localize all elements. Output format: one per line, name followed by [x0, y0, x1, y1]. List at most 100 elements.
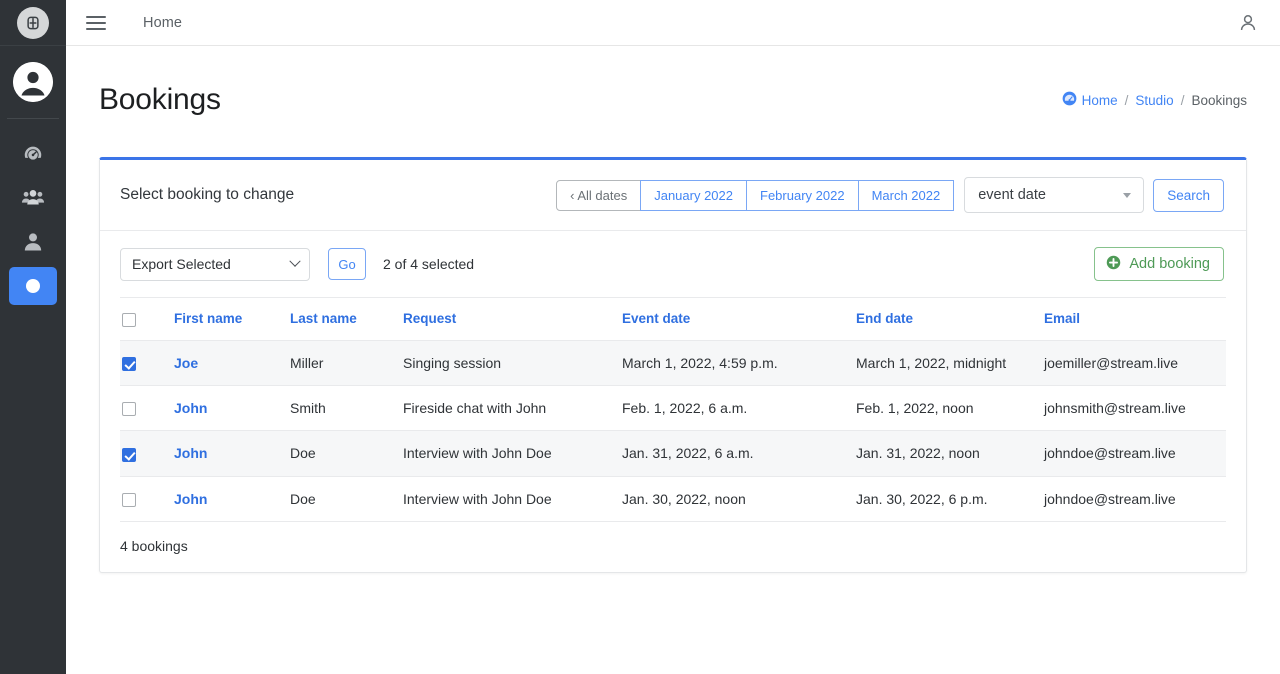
bookings-table-wrapper: First name Last name Request Event date … — [100, 297, 1246, 522]
cell-event-date: Jan. 30, 2022, noon — [622, 476, 856, 521]
column-first-name[interactable]: First name — [174, 298, 290, 340]
cell-end-date: Jan. 31, 2022, noon — [856, 431, 1044, 476]
filter-all-dates[interactable]: ‹ All dates — [556, 180, 641, 211]
avatar — [13, 62, 53, 102]
cell-email: johndoe@stream.live — [1044, 476, 1226, 521]
sidebar-item-profile[interactable] — [9, 223, 57, 261]
sidebar-logo[interactable] — [0, 0, 66, 46]
column-last-name[interactable]: Last name — [290, 298, 403, 340]
cell-first-name: Joe — [174, 340, 290, 385]
add-booking-button[interactable]: Add booking — [1094, 247, 1224, 281]
cell-last-name: Miller — [290, 340, 403, 385]
select-all-checkbox[interactable] — [122, 313, 136, 327]
circle-dot-icon — [24, 277, 42, 295]
cell-end-date: Feb. 1, 2022, noon — [856, 385, 1044, 430]
cell-end-date: March 1, 2022, midnight — [856, 340, 1044, 385]
app-logo-a-icon — [17, 7, 49, 39]
export-action-select[interactable]: Export Selected — [120, 248, 310, 281]
cell-event-date: Feb. 1, 2022, 6 a.m. — [622, 385, 856, 430]
cell-email: joemiller@stream.live — [1044, 340, 1226, 385]
cell-request: Fireside chat with John — [403, 385, 622, 430]
breadcrumb: Home / Studio / Bookings — [1062, 91, 1247, 109]
add-booking-label: Add booking — [1129, 256, 1210, 272]
booking-link[interactable]: John — [174, 400, 207, 416]
filter-march-2022[interactable]: March 2022 — [858, 180, 955, 211]
row-checkbox[interactable] — [122, 357, 136, 371]
breadcrumb-home-label: Home — [1082, 93, 1118, 108]
table-body: Joe Miller Singing session March 1, 2022… — [120, 340, 1226, 521]
action-bar-left: Export Selected Go 2 of 4 selected — [120, 248, 474, 281]
app-root: Home Bookings — [0, 0, 1280, 674]
cell-last-name: Doe — [290, 476, 403, 521]
top-bar: Home — [66, 0, 1280, 46]
user-outline-icon[interactable] — [1238, 13, 1258, 33]
person-icon — [23, 231, 43, 253]
caret-down-icon — [1123, 193, 1131, 198]
event-date-select[interactable]: event date — [964, 177, 1144, 213]
hamburger-menu-icon[interactable] — [86, 12, 106, 34]
booking-link[interactable]: Joe — [174, 355, 198, 371]
cell-event-date: Jan. 31, 2022, 6 a.m. — [622, 431, 856, 476]
page-title: Bookings — [99, 83, 221, 117]
sidebar-divider — [7, 118, 59, 119]
sidebar-avatar[interactable] — [0, 46, 66, 118]
table-row: Joe Miller Singing session March 1, 2022… — [120, 340, 1226, 385]
row-checkbox[interactable] — [122, 493, 136, 507]
topbar-home-label[interactable]: Home — [143, 15, 182, 31]
cell-email: johndoe@stream.live — [1044, 431, 1226, 476]
cell-request: Interview with John Doe — [403, 431, 622, 476]
card-header: Select booking to change ‹ All dates Jan… — [100, 160, 1246, 231]
column-event-date[interactable]: Event date — [622, 298, 856, 340]
action-bar: Export Selected Go 2 of 4 selected — [100, 231, 1246, 297]
cell-request: Interview with John Doe — [403, 476, 622, 521]
breadcrumb-separator-2: / — [1181, 93, 1185, 108]
table-header-row: First name Last name Request Event date … — [120, 298, 1226, 340]
selection-status: 2 of 4 selected — [383, 256, 474, 272]
table-row: John Doe Interview with John Doe Jan. 30… — [120, 476, 1226, 521]
booking-link[interactable]: John — [174, 445, 207, 461]
breadcrumb-studio[interactable]: Studio — [1135, 93, 1173, 108]
row-checkbox[interactable] — [122, 402, 136, 416]
sidebar-item-bookings[interactable] — [9, 267, 57, 305]
cell-last-name: Doe — [290, 431, 403, 476]
booking-link[interactable]: John — [174, 491, 207, 507]
cell-last-name: Smith — [290, 385, 403, 430]
content-area: Select booking to change ‹ All dates Jan… — [66, 157, 1280, 674]
row-select-cell[interactable] — [120, 385, 174, 430]
row-select-cell[interactable] — [120, 340, 174, 385]
row-select-cell[interactable] — [120, 431, 174, 476]
export-action-value: Export Selected — [132, 256, 231, 272]
cell-first-name: John — [174, 385, 290, 430]
cell-end-date: Jan. 30, 2022, 6 p.m. — [856, 476, 1044, 521]
column-email[interactable]: Email — [1044, 298, 1226, 340]
search-button[interactable]: Search — [1153, 179, 1224, 212]
table-row: John Smith Fireside chat with John Feb. … — [120, 385, 1226, 430]
column-request[interactable]: Request — [403, 298, 622, 340]
plus-circle-icon — [1106, 255, 1121, 274]
cell-first-name: John — [174, 476, 290, 521]
breadcrumb-home[interactable]: Home — [1062, 91, 1118, 109]
row-select-cell[interactable] — [120, 476, 174, 521]
sidebar-item-dashboard[interactable] — [9, 135, 57, 173]
cell-email: johnsmith@stream.live — [1044, 385, 1226, 430]
dashboard-speedometer-icon — [1062, 91, 1077, 109]
sidebar-item-users[interactable] — [9, 179, 57, 217]
cell-event-date: March 1, 2022, 4:59 p.m. — [622, 340, 856, 385]
go-button[interactable]: Go — [328, 248, 366, 280]
row-checkbox[interactable] — [122, 448, 136, 462]
bookings-card: Select booking to change ‹ All dates Jan… — [99, 157, 1247, 573]
select-all-header[interactable] — [120, 298, 174, 340]
filter-january-2022[interactable]: January 2022 — [640, 180, 747, 211]
breadcrumb-separator-1: / — [1125, 93, 1129, 108]
chevron-down-icon — [289, 256, 300, 267]
column-end-date[interactable]: End date — [856, 298, 1044, 340]
dashboard-speedometer-icon — [22, 143, 44, 165]
cell-request: Singing session — [403, 340, 622, 385]
main-region: Home Bookings — [66, 0, 1280, 674]
event-date-select-value: event date — [978, 187, 1046, 203]
users-group-icon — [21, 187, 45, 209]
filter-february-2022[interactable]: February 2022 — [746, 180, 859, 211]
table-footer-count: 4 bookings — [100, 522, 1246, 572]
table-row: John Doe Interview with John Doe Jan. 31… — [120, 431, 1226, 476]
page-header: Bookings Home / Studio / — [66, 46, 1280, 157]
